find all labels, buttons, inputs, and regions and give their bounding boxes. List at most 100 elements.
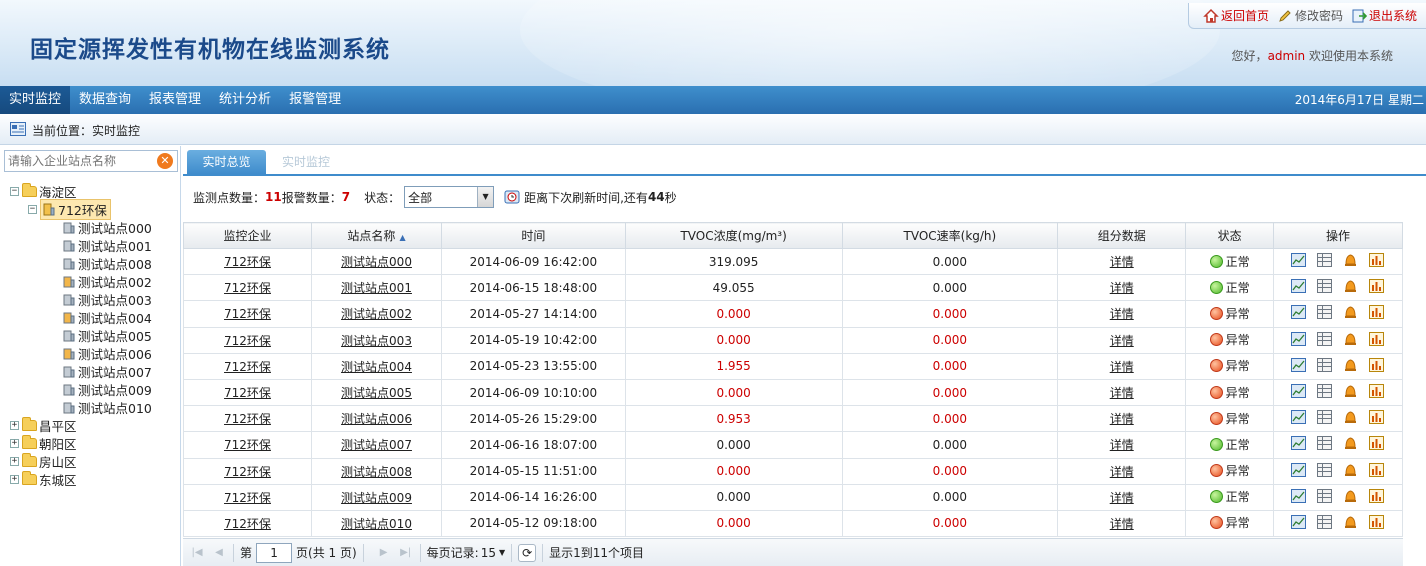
detail-link[interactable]: 详情 — [1110, 465, 1134, 479]
col-station[interactable]: 站点名称 ▲ — [310, 222, 443, 249]
chart-view-icon[interactable] — [1291, 410, 1307, 425]
chart-view-icon[interactable] — [1291, 488, 1307, 503]
chart-view-icon[interactable] — [1291, 253, 1307, 268]
tree-station-item[interactable]: 测试站点010 — [62, 398, 152, 416]
detail-link[interactable]: 详情 — [1110, 307, 1134, 321]
station-link[interactable]: 测试站点007 — [341, 438, 412, 452]
next-page-icon[interactable]: ▶ — [376, 545, 392, 561]
bar-chart-icon[interactable] — [1369, 357, 1385, 372]
station-link[interactable]: 测试站点005 — [341, 386, 412, 400]
table-view-icon[interactable] — [1317, 462, 1333, 477]
chevron-down-icon[interactable]: ▼ — [477, 187, 494, 207]
menu-alarm-management[interactable]: 报警管理 — [280, 86, 350, 114]
alarm-bell-icon[interactable] — [1343, 463, 1358, 477]
logout-link[interactable]: 退出系统 — [1351, 7, 1417, 24]
table-view-icon[interactable] — [1317, 436, 1333, 451]
detail-link[interactable]: 详情 — [1110, 517, 1134, 531]
tree-node-district[interactable]: + 房山区 — [10, 452, 77, 470]
tree-node-district[interactable]: + 东城区 — [10, 470, 77, 488]
bar-chart-icon[interactable] — [1369, 384, 1385, 399]
page-number-input[interactable]: 1 — [256, 542, 293, 563]
alarm-bell-icon[interactable] — [1343, 436, 1358, 450]
last-page-icon[interactable]: ▶| — [398, 545, 414, 561]
alarm-bell-icon[interactable] — [1343, 253, 1358, 267]
alarm-bell-icon[interactable] — [1343, 489, 1358, 503]
table-view-icon[interactable] — [1317, 331, 1333, 346]
tab-realtime-overview[interactable]: 实时总览 — [187, 150, 266, 174]
company-link[interactable]: 712环保 — [224, 517, 271, 531]
tree-company-selected[interactable]: 712环保 — [40, 198, 111, 220]
alarm-bell-icon[interactable] — [1343, 384, 1358, 398]
station-link[interactable]: 测试站点006 — [341, 412, 412, 426]
detail-link[interactable]: 详情 — [1110, 360, 1134, 374]
bar-chart-icon[interactable] — [1369, 514, 1385, 529]
col-company[interactable]: 监控企业 — [183, 222, 312, 249]
refresh-button[interactable]: ⟳ — [518, 543, 537, 562]
expand-icon[interactable]: + — [10, 438, 19, 448]
table-view-icon[interactable] — [1317, 514, 1333, 529]
menu-report-management[interactable]: 报表管理 — [140, 86, 210, 114]
table-view-icon[interactable] — [1317, 384, 1333, 399]
tree-station-item[interactable]: 测试站点006 — [62, 344, 152, 362]
station-link[interactable]: 测试站点008 — [341, 465, 412, 479]
col-time[interactable]: 时间 — [441, 222, 626, 249]
detail-link[interactable]: 详情 — [1110, 281, 1134, 295]
detail-link[interactable]: 详情 — [1110, 334, 1134, 348]
collapse-icon[interactable]: − — [10, 186, 19, 196]
table-view-icon[interactable] — [1317, 410, 1333, 425]
alarm-bell-icon[interactable] — [1343, 410, 1358, 424]
col-status[interactable]: 状态 — [1185, 222, 1274, 249]
chart-view-icon[interactable] — [1291, 331, 1307, 346]
detail-link[interactable]: 详情 — [1110, 386, 1134, 400]
change-password-link[interactable]: 修改密码 — [1277, 7, 1343, 24]
station-link[interactable]: 测试站点002 — [341, 307, 412, 321]
collapse-icon[interactable]: − — [28, 204, 37, 214]
tree-node-district[interactable]: − 海淀区 — [10, 182, 77, 200]
tree-station-item[interactable]: 测试站点004 — [62, 308, 152, 326]
company-link[interactable]: 712环保 — [224, 465, 271, 479]
alarm-bell-icon[interactable] — [1343, 358, 1358, 372]
chart-view-icon[interactable] — [1291, 384, 1307, 399]
company-link[interactable]: 712环保 — [224, 360, 271, 374]
alarm-bell-icon[interactable] — [1343, 332, 1358, 346]
bar-chart-icon[interactable] — [1369, 462, 1385, 477]
tab-realtime-monitor[interactable]: 实时监控 — [271, 150, 341, 174]
bar-chart-icon[interactable] — [1369, 488, 1385, 503]
company-link[interactable]: 712环保 — [224, 412, 271, 426]
tree-station-item[interactable]: 测试站点000 — [62, 218, 152, 236]
menu-statistics[interactable]: 统计分析 — [210, 86, 280, 114]
chart-view-icon[interactable] — [1291, 514, 1307, 529]
home-link[interactable]: 返回首页 — [1203, 7, 1269, 24]
company-link[interactable]: 712环保 — [224, 255, 271, 269]
chart-view-icon[interactable] — [1291, 279, 1307, 294]
alarm-bell-icon[interactable] — [1343, 305, 1358, 319]
first-page-icon[interactable]: |◀ — [189, 545, 205, 561]
expand-icon[interactable]: + — [10, 456, 19, 466]
menu-realtime-monitor[interactable]: 实时监控 — [0, 86, 71, 114]
detail-link[interactable]: 详情 — [1110, 412, 1134, 426]
station-link[interactable]: 测试站点004 — [341, 360, 412, 374]
tree-station-item[interactable]: 测试站点001 — [62, 236, 152, 254]
expand-icon[interactable]: + — [10, 474, 19, 484]
station-link[interactable]: 测试站点000 — [341, 255, 412, 269]
tree-station-item[interactable]: 测试站点009 — [62, 380, 152, 398]
menu-data-query[interactable]: 数据查询 — [70, 86, 140, 114]
station-link[interactable]: 测试站点009 — [341, 491, 412, 505]
company-link[interactable]: 712环保 — [224, 386, 271, 400]
sort-asc-icon[interactable]: ▲ — [399, 233, 405, 242]
expand-icon[interactable]: + — [10, 420, 19, 430]
table-view-icon[interactable] — [1317, 253, 1333, 268]
detail-link[interactable]: 详情 — [1110, 255, 1134, 269]
chart-view-icon[interactable] — [1291, 305, 1307, 320]
tree-station-item[interactable]: 测试站点007 — [62, 362, 152, 380]
bar-chart-icon[interactable] — [1369, 305, 1385, 320]
bar-chart-icon[interactable] — [1369, 410, 1385, 425]
detail-link[interactable]: 详情 — [1110, 438, 1134, 452]
company-link[interactable]: 712环保 — [224, 438, 271, 452]
station-link[interactable]: 测试站点001 — [341, 281, 412, 295]
company-link[interactable]: 712环保 — [224, 491, 271, 505]
company-link[interactable]: 712环保 — [224, 281, 271, 295]
table-view-icon[interactable] — [1317, 305, 1333, 320]
chevron-down-icon[interactable]: ▼ — [499, 548, 505, 557]
table-view-icon[interactable] — [1317, 279, 1333, 294]
